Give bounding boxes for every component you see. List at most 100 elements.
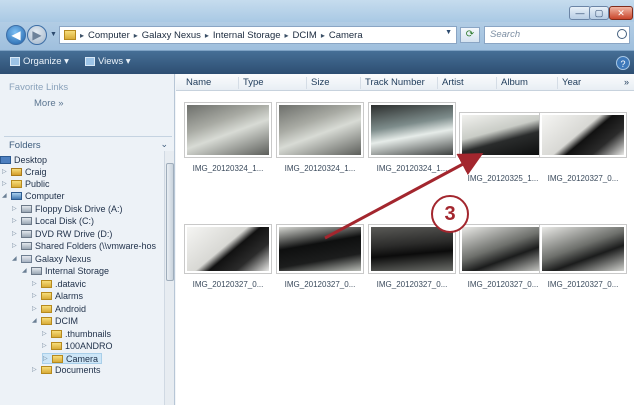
- photo-image: [539, 224, 627, 274]
- folders-header-label: Folders: [9, 140, 41, 151]
- tree-item-label: Desktop: [14, 154, 48, 165]
- breadcrumb-camera[interactable]: Camera: [329, 30, 363, 41]
- tree-item-computer[interactable]: ◢ Computer: [2, 190, 65, 201]
- tree-item-label: .thumbnails: [65, 328, 112, 339]
- breadcrumb-separator: ▸: [204, 30, 209, 40]
- file-name: IMG_20120327_0...: [547, 280, 619, 289]
- photo-image: [276, 224, 364, 274]
- tree-item-local-disk[interactable]: ▷ Local Disk (C:): [12, 215, 94, 226]
- tree-item-label: Galaxy Nexus: [35, 253, 92, 264]
- expand-arrow-icon[interactable]: ▷: [32, 366, 39, 373]
- column-header-artist[interactable]: Artist: [437, 77, 464, 89]
- breadcrumb-computer[interactable]: Computer: [88, 30, 130, 41]
- breadcrumb-dcim[interactable]: DCIM: [293, 30, 317, 41]
- column-header-year[interactable]: Year: [557, 77, 581, 89]
- column-header-name[interactable]: Name: [182, 77, 211, 89]
- tree-item-label: .datavic: [55, 278, 87, 289]
- expand-arrow-icon[interactable]: ▷: [2, 180, 9, 187]
- expand-arrow-icon[interactable]: ▷: [43, 355, 50, 362]
- search-icon[interactable]: [617, 29, 627, 39]
- tree-item-label: Internal Storage: [45, 265, 110, 276]
- user-folder-icon: [11, 167, 22, 176]
- column-header-size[interactable]: Size: [306, 77, 329, 89]
- tree-item-label: Shared Folders (\\vmware-hos: [35, 240, 157, 251]
- tree-item-internal-storage[interactable]: ◢ Internal Storage: [22, 265, 109, 276]
- tree-item-alarms[interactable]: ▷ Alarms: [32, 290, 83, 301]
- search-input[interactable]: Search: [484, 26, 630, 44]
- folder-icon: [51, 329, 62, 338]
- floppy-drive-icon: [21, 204, 32, 213]
- tree-item-desktop[interactable]: Desktop: [0, 154, 47, 165]
- folder-icon: [41, 304, 52, 313]
- tree-item-datavic[interactable]: ▷ .datavic: [32, 278, 86, 289]
- expand-arrow-icon[interactable]: ▷: [12, 242, 19, 249]
- folder-icon: [41, 316, 52, 325]
- chevron-down-icon[interactable]: ⌄: [160, 139, 168, 150]
- tree-scrollbar[interactable]: [164, 151, 174, 405]
- back-button[interactable]: ◀: [6, 25, 26, 45]
- column-header-track-number[interactable]: Track Number: [360, 77, 425, 89]
- help-icon[interactable]: ?: [616, 56, 630, 70]
- dvd-drive-icon: [21, 229, 32, 238]
- column-header-album[interactable]: Album: [496, 77, 528, 89]
- tree-item-galaxy-nexus[interactable]: ◢ Galaxy Nexus: [12, 253, 91, 264]
- expand-arrow-icon[interactable]: ▷: [32, 292, 39, 299]
- more-columns-button[interactable]: »: [624, 77, 629, 87]
- more-favorites-link[interactable]: More »: [34, 98, 64, 109]
- folders-header[interactable]: Folders ⌄: [4, 136, 172, 152]
- step-number-badge: 3: [431, 195, 469, 233]
- address-history-dropdown[interactable]: ▼: [445, 29, 452, 36]
- navigation-pane: Favorite Links More » Folders ⌄ Desktop …: [0, 74, 175, 405]
- minimize-button[interactable]: —: [569, 6, 591, 20]
- tree-item-label: Documents: [55, 365, 101, 374]
- tree-item-thumbnails[interactable]: ▷ .thumbnails: [42, 328, 111, 339]
- folder-icon: [41, 279, 52, 288]
- tree-item-craig[interactable]: ▷ Craig: [2, 166, 47, 177]
- tree-item-public[interactable]: ▷ Public: [2, 178, 50, 189]
- tree-item-label: DCIM: [55, 315, 78, 326]
- tree-item-dvd[interactable]: ▷ DVD RW Drive (D:): [12, 228, 112, 239]
- command-toolbar: Organize ▾ Views ▾ ?: [0, 50, 634, 74]
- tree-item-android[interactable]: ▷ Android: [32, 303, 86, 314]
- hard-disk-icon: [21, 216, 32, 225]
- organize-menu[interactable]: Organize ▾: [10, 56, 69, 67]
- recent-pages-dropdown[interactable]: ▼: [50, 31, 57, 38]
- tree-item-shared-folders[interactable]: ▷ Shared Folders (\\vmware-hos: [12, 240, 156, 251]
- address-bar[interactable]: ▸ Computer ▸ Galaxy Nexus ▸ Internal Sto…: [59, 26, 457, 44]
- tree-item-label: Local Disk (C:): [35, 215, 95, 226]
- expand-arrow-icon[interactable]: ▷: [2, 168, 9, 175]
- collapse-arrow-icon[interactable]: ◢: [32, 317, 39, 324]
- breadcrumb-internal-storage[interactable]: Internal Storage: [213, 30, 281, 41]
- refresh-button[interactable]: ⟳: [460, 27, 480, 43]
- scrollbar-thumb[interactable]: [166, 163, 174, 281]
- forward-button[interactable]: ▶: [27, 25, 47, 45]
- expand-arrow-icon[interactable]: ▷: [42, 342, 49, 349]
- expand-arrow-icon[interactable]: ▷: [12, 205, 19, 212]
- folder-icon: [41, 291, 52, 300]
- expand-arrow-icon[interactable]: ▷: [12, 230, 19, 237]
- collapse-arrow-icon[interactable]: ◢: [12, 255, 19, 262]
- expand-arrow-icon[interactable]: ▷: [12, 217, 19, 224]
- collapse-arrow-icon[interactable]: ◢: [2, 192, 9, 199]
- maximize-button[interactable]: ▢: [589, 6, 609, 20]
- tree-item-dcim[interactable]: ◢ DCIM: [32, 315, 78, 326]
- folder-icon: [52, 354, 63, 363]
- tree-item-camera[interactable]: ▷ Camera: [42, 353, 103, 364]
- tree-item-100andro[interactable]: ▷ 100ANDRO: [42, 340, 113, 351]
- tree-item-documents[interactable]: ▷ Documents: [32, 365, 101, 374]
- photo-image: [368, 102, 456, 158]
- expand-arrow-icon[interactable]: ▷: [42, 330, 49, 337]
- collapse-arrow-icon[interactable]: ◢: [22, 267, 29, 274]
- device-icon: [21, 254, 32, 263]
- column-header-type[interactable]: Type: [238, 77, 264, 89]
- views-menu[interactable]: Views ▾: [85, 56, 131, 67]
- views-label: Views ▾: [98, 56, 131, 67]
- expand-arrow-icon[interactable]: ▷: [32, 280, 39, 287]
- tree-item-floppy[interactable]: ▷ Floppy Disk Drive (A:): [12, 203, 123, 214]
- expand-arrow-icon[interactable]: ▷: [32, 305, 39, 312]
- folder-icon: [41, 365, 52, 374]
- views-icon: [85, 57, 95, 66]
- tree-item-label: Floppy Disk Drive (A:): [35, 203, 123, 214]
- close-button[interactable]: ✕: [609, 6, 633, 20]
- breadcrumb-galaxy-nexus[interactable]: Galaxy Nexus: [142, 30, 201, 41]
